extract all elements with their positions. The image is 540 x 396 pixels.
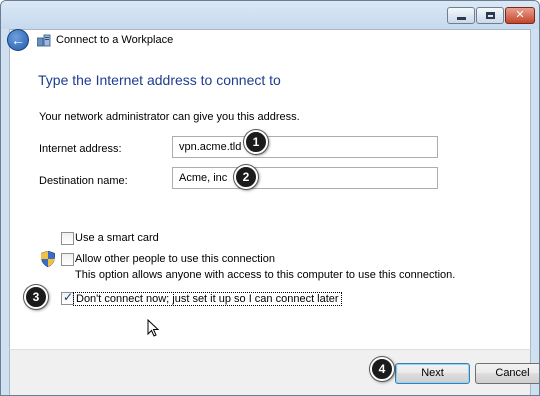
internet-address-input[interactable] <box>172 136 438 158</box>
destination-name-label: Destination name: <box>39 175 128 187</box>
allow-others-description: This option allows anyone with access to… <box>75 269 456 281</box>
allow-others-label[interactable]: Allow other people to use this connectio… <box>75 253 275 265</box>
window-title: Connect to a Workplace <box>56 34 174 46</box>
next-button[interactable]: Next <box>395 363 470 384</box>
close-button[interactable]: ✕ <box>505 7 535 24</box>
step-badge-2: 2 <box>234 165 258 189</box>
dont-connect-label[interactable]: Don't connect now; just set it up so I c… <box>73 292 342 306</box>
internet-address-label: Internet address: <box>39 143 122 155</box>
cancel-button[interactable]: Cancel <box>475 363 539 384</box>
wizard-window: ✕ ← Connect to a Workplace Type the Inte… <box>0 0 540 396</box>
step-badge-1: 1 <box>244 130 268 154</box>
step-badge-3: 3 <box>24 285 48 309</box>
allow-others-checkbox[interactable] <box>61 253 74 266</box>
minimize-button[interactable] <box>447 7 475 24</box>
info-text: Your network administrator can give you … <box>39 111 300 123</box>
maximize-icon <box>486 12 495 19</box>
minimize-icon <box>457 17 466 20</box>
network-wizard-icon <box>37 34 51 47</box>
maximize-button[interactable] <box>476 7 504 24</box>
step-badge-4: 4 <box>370 357 394 381</box>
title-bar: ✕ <box>1 1 539 29</box>
uac-shield-icon <box>41 251 55 267</box>
close-icon: ✕ <box>515 9 525 21</box>
destination-name-input[interactable] <box>172 167 438 189</box>
back-arrow-icon: ← <box>11 32 25 48</box>
mouse-pointer-icon <box>147 319 159 337</box>
smart-card-checkbox[interactable] <box>61 232 74 245</box>
smart-card-label[interactable]: Use a smart card <box>75 232 159 244</box>
wizard-content: ← Connect to a Workplace Type the Intern… <box>7 29 531 349</box>
back-button[interactable]: ← <box>7 29 29 51</box>
wizard-header: ← Connect to a Workplace <box>7 29 530 52</box>
wizard-footer: Next Cancel <box>9 349 539 395</box>
checkmark-icon: ✓ <box>63 290 74 304</box>
page-title: Type the Internet address to connect to <box>38 72 281 88</box>
